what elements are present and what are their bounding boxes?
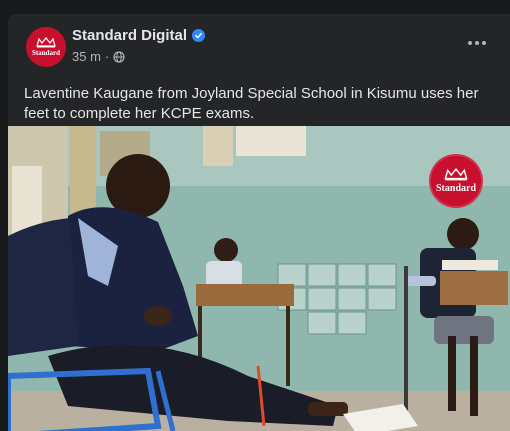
watermark-brand-text: Standard xyxy=(435,183,476,194)
crest-icon xyxy=(36,37,56,48)
post-caption: Laventine Kaugane from Joyland Special S… xyxy=(24,85,479,122)
post-header: Standard Standard Digital 35 m · xyxy=(8,14,510,74)
globe-icon[interactable] xyxy=(113,50,125,63)
meta-separator: · xyxy=(104,49,110,64)
post-timestamp[interactable]: 35 m xyxy=(72,49,101,64)
more-dot xyxy=(475,41,479,45)
more-dot xyxy=(468,41,472,45)
more-options-icon[interactable] xyxy=(464,33,490,53)
verified-badge-icon xyxy=(192,29,206,42)
crest-icon xyxy=(444,168,468,181)
more-dot xyxy=(482,41,486,45)
brand-watermark: Standard xyxy=(429,154,483,208)
post-meta: 35 m · xyxy=(72,49,125,64)
feed-post: Standard Standard Digital 35 m · Laventi… xyxy=(8,14,510,431)
post-photo[interactable]: Standard xyxy=(8,126,510,431)
avatar-brand-text: Standard xyxy=(31,49,60,57)
page-name-text[interactable]: Standard Digital xyxy=(72,27,187,44)
page-avatar[interactable]: Standard xyxy=(26,27,66,67)
page-name[interactable]: Standard Digital xyxy=(72,27,206,44)
